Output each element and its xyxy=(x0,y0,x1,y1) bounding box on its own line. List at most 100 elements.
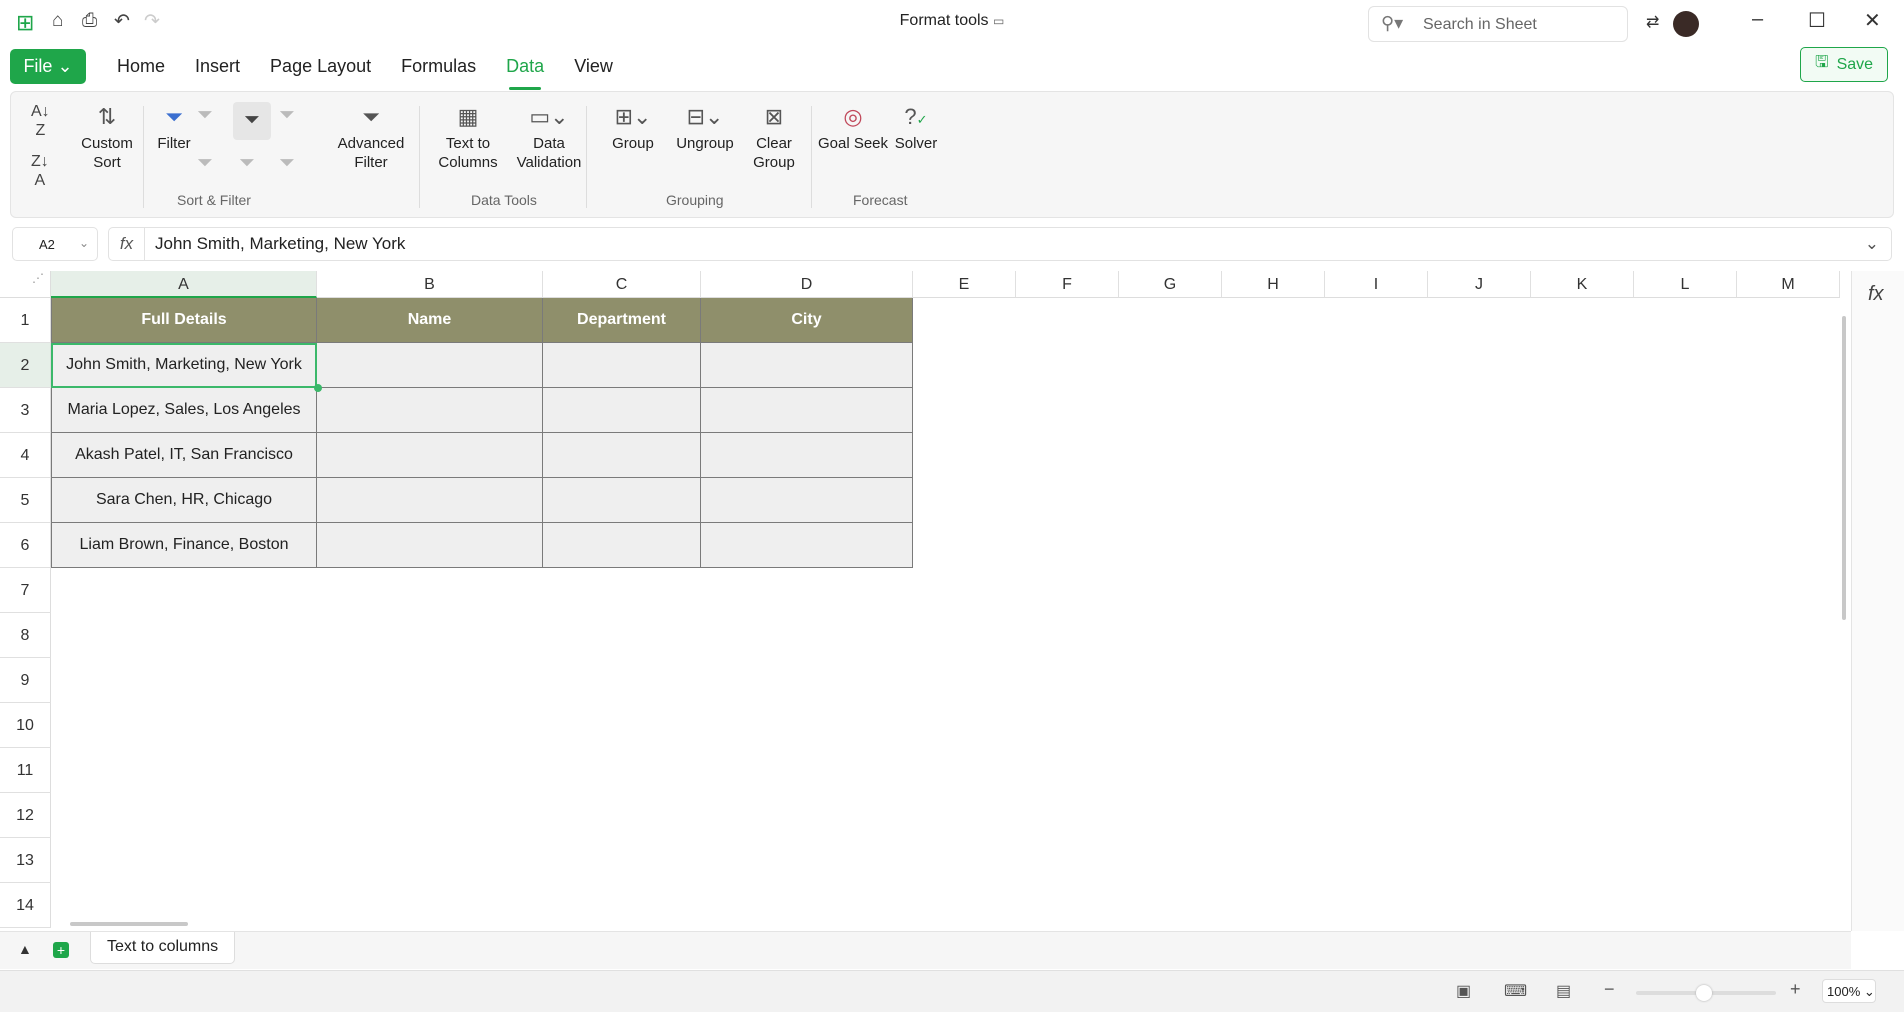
share-icon[interactable]: ⇄ xyxy=(1646,12,1659,32)
table-cell[interactable] xyxy=(543,388,701,433)
table-cell[interactable] xyxy=(543,523,701,568)
table-cell[interactable] xyxy=(543,433,701,478)
row-header-6[interactable]: 6 xyxy=(0,523,51,568)
add-sheet-icon[interactable]: + xyxy=(53,942,69,958)
sort-descending-icon[interactable]: Z↓ A xyxy=(31,152,49,190)
vertical-scrollbar[interactable] xyxy=(1842,316,1846,620)
column-header-J[interactable]: J xyxy=(1428,271,1531,298)
row-header-2[interactable]: 2 xyxy=(0,343,51,388)
select-all-button[interactable]: ⋰ xyxy=(0,271,51,298)
tab-page-layout[interactable]: Page Layout xyxy=(255,49,386,84)
expand-formula-icon[interactable]: ⌄ xyxy=(1865,234,1879,254)
function-panel-icon[interactable]: fx xyxy=(1868,283,1884,306)
row-header-13[interactable]: 13 xyxy=(0,838,51,883)
table-cell[interactable] xyxy=(317,343,543,388)
filter-button[interactable]: ⏷ Filter xyxy=(149,100,199,153)
tab-home[interactable]: Home xyxy=(102,49,180,84)
table-cell[interactable] xyxy=(317,388,543,433)
goal-seek-button[interactable]: ◎ Goal Seek xyxy=(817,100,889,153)
text-to-columns-button[interactable]: ▦ Text to Columns xyxy=(431,100,505,172)
table-cell[interactable] xyxy=(701,523,913,568)
column-header-C[interactable]: C xyxy=(543,271,701,298)
row-header-10[interactable]: 10 xyxy=(0,703,51,748)
data-validation-button[interactable]: ▭⌄ Data Validation xyxy=(509,100,589,172)
fx-icon[interactable]: fx xyxy=(109,228,145,260)
table-cell[interactable] xyxy=(701,343,913,388)
tab-formulas[interactable]: Formulas xyxy=(386,49,491,84)
save-button[interactable]: 🖫 Save xyxy=(1800,47,1888,82)
column-header-A[interactable]: A xyxy=(51,271,317,298)
sheet-list-icon[interactable]: ▲ xyxy=(18,941,32,957)
advanced-filter-button[interactable]: ⏷ Advanced Filter xyxy=(331,100,411,172)
auto-filter-icon[interactable]: ⏷ xyxy=(233,102,271,140)
filter-list-icon[interactable]: ⏷ xyxy=(239,153,255,173)
row-header-11[interactable]: 11 xyxy=(0,748,51,793)
row-header-12[interactable]: 12 xyxy=(0,793,51,838)
row-header-4[interactable]: 4 xyxy=(0,433,51,478)
maximize-button[interactable]: ☐ xyxy=(1808,8,1826,33)
zoom-level-select[interactable]: 100% ⌄ xyxy=(1822,979,1876,1003)
table-cell[interactable]: Maria Lopez, Sales, Los Angeles xyxy=(51,388,317,433)
table-cell[interactable] xyxy=(317,478,543,523)
selected-cell[interactable]: John Smith, Marketing, New York xyxy=(51,343,317,388)
row-header-1[interactable]: 1 xyxy=(0,298,51,343)
formula-input[interactable]: John Smith, Marketing, New York xyxy=(145,234,405,254)
column-header-M[interactable]: M xyxy=(1737,271,1840,298)
tab-insert[interactable]: Insert xyxy=(180,49,255,84)
column-header-K[interactable]: K xyxy=(1531,271,1634,298)
table-cell[interactable] xyxy=(701,433,913,478)
ungroup-button[interactable]: ⊟⌄ Ungroup xyxy=(671,100,739,153)
solver-button[interactable]: ?✓ Solver xyxy=(891,100,941,153)
file-menu-button[interactable]: File ⌄ xyxy=(10,48,86,84)
table-cell[interactable] xyxy=(543,478,701,523)
table-cell[interactable] xyxy=(701,388,913,433)
clear-filter-icon[interactable]: ⏷ xyxy=(197,153,213,173)
filter-abc-icon[interactable]: ⏷ xyxy=(279,153,295,173)
horizontal-scrollbar[interactable] xyxy=(70,922,188,926)
read-mode-icon[interactable]: ▤ xyxy=(1556,981,1571,1001)
close-button[interactable]: ✕ xyxy=(1864,8,1881,33)
row-header-7[interactable]: 7 xyxy=(0,568,51,613)
group-button[interactable]: ⊞⌄ Group xyxy=(603,100,663,153)
sheet-tab-text-to-columns[interactable]: Text to columns xyxy=(90,932,236,964)
table-cell[interactable]: Liam Brown, Finance, Boston xyxy=(51,523,317,568)
table-header-cell[interactable]: City xyxy=(701,298,913,343)
name-box[interactable]: A2 ⌄ xyxy=(12,227,98,261)
table-cell[interactable] xyxy=(701,478,913,523)
row-header-5[interactable]: 5 xyxy=(0,478,51,523)
column-header-I[interactable]: I xyxy=(1325,271,1428,298)
table-header-cell[interactable]: Full Details xyxy=(51,298,317,343)
row-header-14[interactable]: 14 xyxy=(0,883,51,928)
sort-ascending-icon[interactable]: A↓ Z xyxy=(31,102,50,140)
row-header-8[interactable]: 8 xyxy=(0,613,51,658)
zoom-slider-thumb[interactable] xyxy=(1696,985,1712,1001)
column-header-D[interactable]: D xyxy=(701,271,913,298)
tab-data[interactable]: Data xyxy=(491,49,559,90)
reapply-filter-icon[interactable]: ⏷ xyxy=(197,105,213,125)
table-header-cell[interactable]: Department xyxy=(543,298,701,343)
column-header-E[interactable]: E xyxy=(913,271,1016,298)
column-header-L[interactable]: L xyxy=(1634,271,1737,298)
fill-handle[interactable] xyxy=(314,384,322,392)
table-cell[interactable] xyxy=(543,343,701,388)
row-header-3[interactable]: 3 xyxy=(0,388,51,433)
column-header-G[interactable]: G xyxy=(1119,271,1222,298)
fit-page-icon[interactable]: ▣ xyxy=(1456,981,1471,1001)
avatar[interactable] xyxy=(1673,11,1699,37)
zoom-in-button[interactable]: + xyxy=(1790,979,1801,1000)
zoom-out-button[interactable]: − xyxy=(1604,979,1615,1000)
column-header-F[interactable]: F xyxy=(1016,271,1119,298)
custom-sort-button[interactable]: ⇅ Custom Sort xyxy=(69,100,145,172)
column-header-B[interactable]: B xyxy=(317,271,543,298)
tab-view[interactable]: View xyxy=(559,49,628,84)
table-cell[interactable] xyxy=(317,523,543,568)
table-cell[interactable]: Sara Chen, HR, Chicago xyxy=(51,478,317,523)
table-cell[interactable] xyxy=(317,433,543,478)
row-header-9[interactable]: 9 xyxy=(0,658,51,703)
table-header-cell[interactable]: Name xyxy=(317,298,543,343)
clear-group-button[interactable]: ⊠ Clear Group xyxy=(747,100,801,172)
formula-bar[interactable]: fx John Smith, Marketing, New York ⌄ xyxy=(108,227,1892,261)
filter-text-icon[interactable]: ⏷ xyxy=(279,105,295,125)
zoom-slider[interactable] xyxy=(1636,985,1776,1001)
keyboard-icon[interactable]: ⌨ xyxy=(1504,981,1527,1001)
